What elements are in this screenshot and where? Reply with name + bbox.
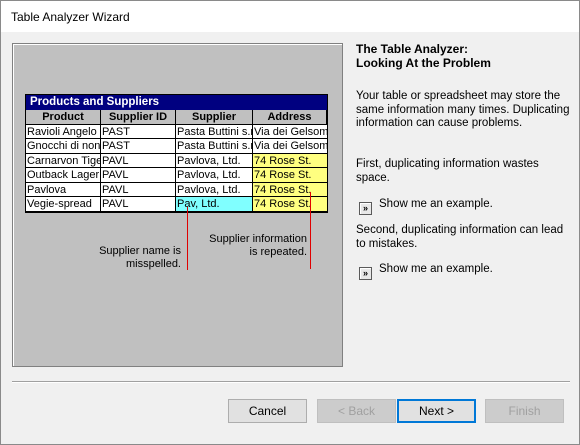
page-heading: The Table Analyzer: Looking At the Probl… bbox=[356, 42, 566, 70]
table-cell: Pavlova, Ltd. bbox=[176, 182, 253, 197]
show-example-label-1: Show me an example. bbox=[379, 198, 493, 210]
table-row: Carnarvon Tigers PAVL Pavlova, Ltd. 74 R… bbox=[26, 153, 327, 168]
column-header: Product bbox=[26, 110, 101, 125]
table-cell: Via dei Gelsomini bbox=[253, 139, 327, 154]
table-header-row: Product Supplier ID Supplier Address bbox=[26, 110, 327, 125]
table-cell: Outback Lager bbox=[26, 168, 101, 183]
heading-line-2: Looking At the Problem bbox=[356, 56, 491, 70]
table-cell: Pasta Buttini s.r.l. bbox=[176, 124, 253, 139]
table-cell-repeated: 74 Rose St. bbox=[253, 168, 327, 183]
table-cell: PAVL bbox=[101, 182, 176, 197]
table-grid: Product Supplier ID Supplier Address Rav… bbox=[26, 110, 327, 212]
table-cell-repeated: 74 Rose St. bbox=[253, 153, 327, 168]
table-cell: Ravioli Angelo bbox=[26, 124, 101, 139]
cancel-button[interactable]: Cancel bbox=[228, 399, 307, 423]
second-point-text: Second, duplicating information can lead… bbox=[356, 224, 564, 250]
table-cell: PAVL bbox=[101, 197, 176, 212]
products-suppliers-table: Products and Suppliers Product Supplier … bbox=[25, 94, 328, 213]
table-cell: PAST bbox=[101, 139, 176, 154]
table-cell: PAVL bbox=[101, 153, 176, 168]
table-cell: Pavlova bbox=[26, 182, 101, 197]
column-header: Supplier ID bbox=[101, 110, 176, 125]
table-row: Gnocchi di nonna PAST Pasta Buttini s.r.… bbox=[26, 139, 327, 154]
window-title: Table Analyzer Wizard bbox=[11, 10, 130, 24]
misspelled-note: Supplier name is misspelled. bbox=[99, 245, 181, 270]
footer-separator bbox=[12, 381, 570, 383]
table-cell: Vegie-spread bbox=[26, 197, 101, 212]
table-cell: Pavlova, Ltd. bbox=[176, 153, 253, 168]
table-cell: Carnarvon Tigers bbox=[26, 153, 101, 168]
misspelled-callout-line bbox=[187, 207, 188, 270]
show-example-button-1[interactable]: » bbox=[359, 202, 372, 215]
table-caption: Products and Suppliers bbox=[30, 96, 160, 108]
table-row: Ravioli Angelo PAST Pasta Buttini s.r.l.… bbox=[26, 124, 327, 139]
column-header: Address bbox=[253, 110, 327, 125]
table-row: Pavlova PAVL Pavlova, Ltd. 74 Rose St. bbox=[26, 182, 327, 197]
table-cell-repeated: 74 Rose St. bbox=[253, 182, 327, 197]
back-button[interactable]: < Back bbox=[317, 399, 396, 423]
next-button[interactable]: Next > bbox=[397, 399, 476, 423]
finish-button[interactable]: Finish bbox=[485, 399, 564, 423]
wizard-window: Table Analyzer Wizard Products and Suppl… bbox=[0, 0, 580, 445]
repeated-note: Supplier information is repeated. bbox=[209, 233, 307, 258]
table-cell: Via dei Gelsomini bbox=[253, 124, 327, 139]
show-example-button-2[interactable]: » bbox=[359, 267, 372, 280]
first-point-text: First, duplicating information wastes sp… bbox=[356, 158, 539, 184]
table-cell: Pasta Buttini s.r.l. bbox=[176, 139, 253, 154]
heading-line-1: The Table Analyzer: bbox=[356, 42, 469, 56]
intro-text: Your table or spreadsheet may store the … bbox=[356, 90, 570, 129]
table-cell: Pavlova, Ltd. bbox=[176, 168, 253, 183]
show-example-label-2: Show me an example. bbox=[379, 263, 493, 275]
table-cell: PAVL bbox=[101, 168, 176, 183]
table-cell: PAST bbox=[101, 124, 176, 139]
table-cell: Gnocchi di nonna bbox=[26, 139, 101, 154]
column-header: Supplier bbox=[176, 110, 253, 125]
title-bar: Table Analyzer Wizard bbox=[1, 1, 579, 32]
repeated-callout-line bbox=[310, 192, 311, 269]
table-row: Outback Lager PAVL Pavlova, Ltd. 74 Rose… bbox=[26, 168, 327, 183]
table-cell-repeated: 74 Rose St. bbox=[253, 197, 327, 212]
illustration-panel: Products and Suppliers Product Supplier … bbox=[12, 43, 343, 367]
table-row: Vegie-spread PAVL Pav, Ltd. 74 Rose St. bbox=[26, 197, 327, 212]
